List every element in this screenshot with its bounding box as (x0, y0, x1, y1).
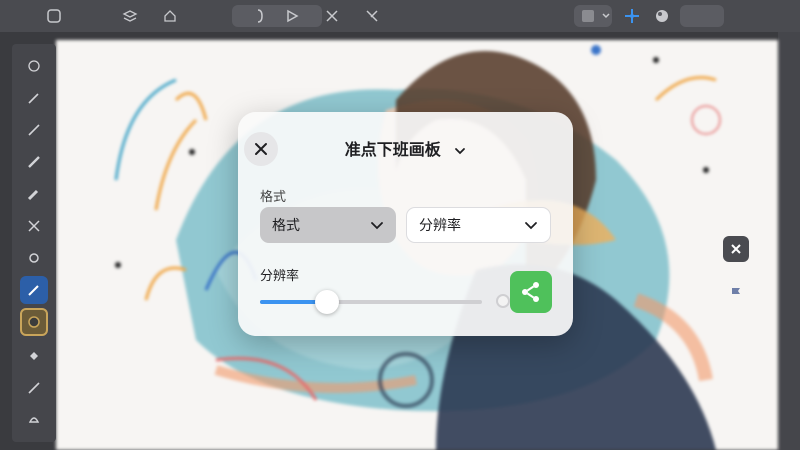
play-icon[interactable] (282, 6, 302, 26)
playback-group (232, 5, 322, 27)
slider-knob[interactable] (314, 290, 339, 314)
color-wheel-icon[interactable] (652, 6, 672, 26)
resolution-label: 分辨率 (260, 269, 300, 284)
selected-brush-icon[interactable] (20, 308, 48, 336)
smudge-icon[interactable] (20, 244, 48, 272)
dialog-title-wrapper[interactable]: 准点下班画板 (238, 136, 573, 160)
transform-icon[interactable] (322, 6, 342, 26)
format-section-label: 格式 (260, 190, 287, 205)
pen-icon[interactable] (20, 116, 48, 144)
gallery-icon[interactable] (44, 6, 64, 26)
layers-icon[interactable] (120, 6, 140, 26)
brush-icon[interactable] (20, 148, 48, 176)
pencil-icon[interactable] (20, 84, 48, 112)
home-icon[interactable] (160, 6, 180, 26)
close-panel-icon[interactable] (723, 236, 749, 262)
marker-icon[interactable] (20, 180, 48, 208)
resolution-slider[interactable] (260, 290, 510, 314)
lasso-icon[interactable] (20, 406, 48, 434)
eraser-icon[interactable] (20, 374, 48, 402)
share-button[interactable] (510, 271, 552, 313)
flag-icon[interactable] (723, 280, 749, 306)
color-swatch-icon[interactable] (578, 6, 598, 26)
bracket-icon[interactable] (250, 6, 270, 26)
eyedropper-icon[interactable] (20, 276, 48, 304)
resolution-select-value: 分辨率 (419, 218, 461, 234)
fill-icon[interactable] (20, 342, 48, 370)
slider-max-marker (496, 294, 510, 308)
share-icon (522, 282, 539, 302)
chevron-down-icon (454, 141, 466, 160)
chevron-down-icon[interactable] (596, 6, 616, 26)
selection-icon[interactable] (362, 6, 382, 26)
top-toolbar (0, 0, 800, 32)
format-select-value: 格式 (272, 218, 300, 234)
chevron-down-icon (525, 222, 537, 230)
export-dialog: 准点下班画板 格式 格式 分辨率 分辨率 (238, 112, 573, 336)
move-icon[interactable] (622, 6, 642, 26)
resolution-select[interactable]: 分辨率 (406, 207, 551, 243)
left-toolbar (12, 44, 56, 442)
brush-size-pill[interactable] (680, 5, 724, 27)
hand-tool-icon[interactable] (20, 52, 48, 80)
dialog-title: 准点下班画板 (344, 140, 441, 159)
chevron-down-icon (371, 222, 383, 230)
format-select[interactable]: 格式 (260, 207, 396, 243)
scissors-icon[interactable] (20, 212, 48, 240)
right-sidebar (778, 32, 800, 450)
